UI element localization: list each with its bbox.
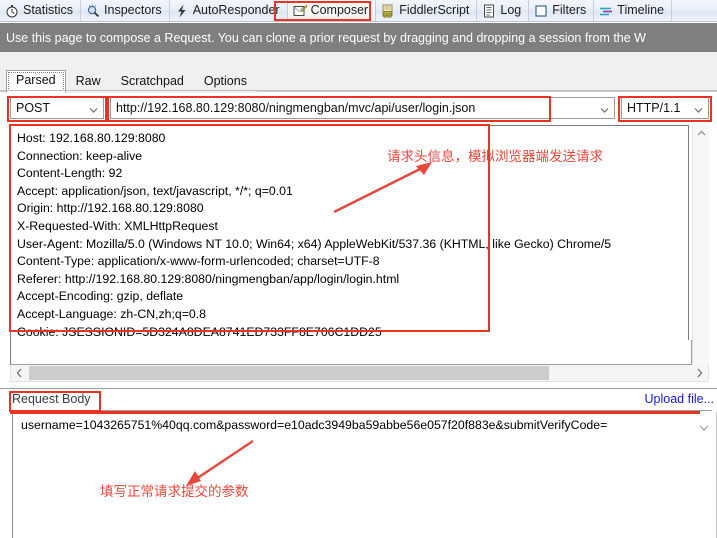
js-script-icon: JS <box>381 4 395 18</box>
header-line: User-Agent: Mozilla/5.0 (Windows NT 10.0… <box>17 236 612 251</box>
annotation-body-text: 填写正常请求提交的参数 <box>100 484 249 500</box>
header-line: Content-Length: 92 <box>17 166 123 181</box>
header-line: Accept-Language: zh-CN,zh;q=0.8 <box>17 306 207 321</box>
composer-subtab-bar: Parsed Raw Scratchpad Options <box>0 52 717 93</box>
header-line: Accept: application/json, text/javascrip… <box>17 183 293 198</box>
svg-text:JS: JS <box>385 12 390 17</box>
tab-log[interactable]: Log <box>477 0 530 21</box>
tab-label: Composer <box>310 3 369 18</box>
subtab-label: Options <box>203 74 247 88</box>
tab-autoresponder[interactable]: AutoResponder <box>170 0 288 21</box>
request-body-input[interactable]: username=1043265751%40qq.com&password=e1… <box>12 412 717 538</box>
main-tab-bar: Statistics Inspectors AutoResponder Comp… <box>0 0 717 22</box>
magnifier-icon <box>86 3 100 18</box>
stopwatch-icon <box>5 4 19 18</box>
http-method-dropdown[interactable]: POST <box>10 97 104 119</box>
request-body-value: username=1043265751%40qq.com&password=e1… <box>21 418 608 432</box>
fiddler-composer-window: Statistics Inspectors AutoResponder Comp… <box>0 0 717 538</box>
log-list-icon <box>482 4 496 18</box>
tab-label: FiddlerScript <box>399 3 470 18</box>
tab-statistics[interactable]: Statistics <box>0 0 82 21</box>
timeline-icon <box>599 4 613 18</box>
header-line: Accept-Encoding: gzip, deflate <box>17 289 184 304</box>
chevron-down-icon[interactable] <box>600 104 609 113</box>
subtab-underline <box>0 90 717 91</box>
request-body-separator <box>12 410 712 411</box>
chevron-down-icon <box>89 104 98 113</box>
headers-horizontal-scrollbar[interactable] <box>10 365 709 382</box>
section-divider <box>0 388 717 389</box>
http-method-value: POST <box>16 101 51 115</box>
request-url-value: http://192.168.80.129:8080/ningmengban/m… <box>116 101 476 115</box>
subtab-label: Parsed <box>16 73 56 87</box>
tab-timeline[interactable]: Timeline <box>594 0 673 21</box>
tab-label: Inspectors <box>104 3 162 18</box>
tab-label: Log <box>500 3 522 18</box>
tab-label: Statistics <box>23 3 74 18</box>
tab-label: AutoResponder <box>192 3 280 18</box>
http-version-value: HTTP/1.1 <box>627 101 681 115</box>
headers-vertical-scrollbar[interactable] <box>692 125 709 379</box>
chevron-down-icon[interactable] <box>699 419 709 431</box>
header-line: X-Requested-With: XMLHttpRequest <box>17 218 218 233</box>
annotation-headers-text: 请求头信息，模拟浏览器端发送请求 <box>387 149 603 165</box>
header-line: Cookie: JSESSIONID=5D324A8DEA8741ED733FF… <box>17 324 382 339</box>
scroll-right-icon[interactable] <box>691 365 708 381</box>
headers-box-lower-strip <box>10 340 692 365</box>
request-line-row: POST http://192.168.80.129:8080/ningmeng… <box>0 95 717 121</box>
tab-label: Timeline <box>617 3 665 18</box>
tab-filters[interactable]: Filters <box>529 0 595 21</box>
scroll-up-icon[interactable] <box>693 125 710 142</box>
header-line: Content-Type: application/x-www-form-url… <box>17 254 380 269</box>
lightning-icon <box>175 4 189 18</box>
scroll-left-icon[interactable] <box>11 365 28 381</box>
compose-pencil-icon <box>293 4 307 18</box>
header-line: Referer: http://192.168.80.129:8080/ning… <box>17 271 400 286</box>
request-body-label: Request Body <box>12 392 91 406</box>
tab-composer[interactable]: Composer <box>287 0 377 21</box>
subtab-label: Scratchpad <box>120 74 184 88</box>
chevron-down-icon <box>694 104 703 113</box>
http-version-dropdown[interactable]: HTTP/1.1 <box>621 97 709 119</box>
request-url-input[interactable]: http://192.168.80.129:8080/ningmengban/m… <box>110 97 615 119</box>
tab-label: Filters <box>552 3 587 18</box>
tab-inspectors[interactable]: Inspectors <box>81 0 170 21</box>
info-banner: Use this page to compose a Request. You … <box>0 23 717 52</box>
upload-file-link[interactable]: Upload file... <box>645 392 714 406</box>
filter-checkbox-icon <box>534 4 548 18</box>
subtab-label: Raw <box>75 74 101 88</box>
body-left-rule <box>12 412 13 538</box>
hscroll-thumb[interactable] <box>29 366 549 380</box>
header-line: Origin: http://192.168.80.129:8080 <box>17 201 204 216</box>
tab-fiddlerscript[interactable]: JS FiddlerScript <box>376 0 478 21</box>
